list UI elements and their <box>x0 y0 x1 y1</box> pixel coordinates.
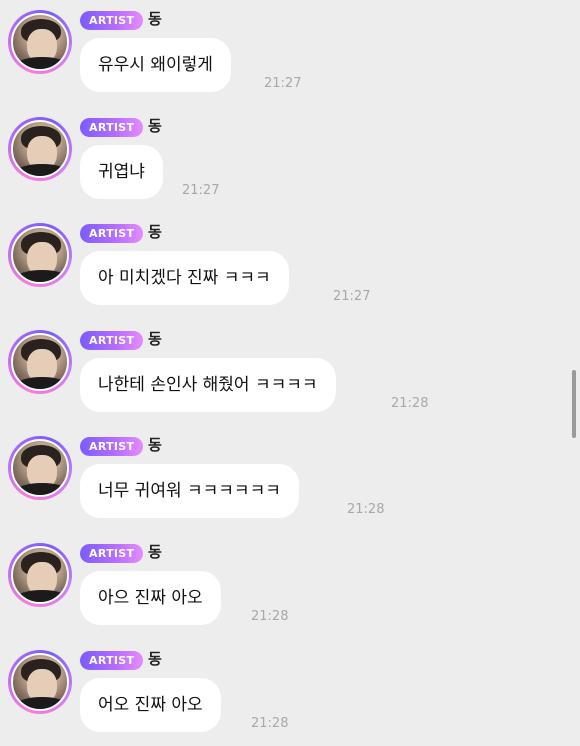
avatar[interactable] <box>8 10 72 74</box>
message-timestamp: 21:27 <box>333 289 371 304</box>
avatar-photo <box>11 546 69 604</box>
chat-message: ARTIST 동 나한테 손인사 해줬어 ㅋㅋㅋㅋ 21:28 <box>0 320 580 426</box>
avatar-photo <box>11 226 69 284</box>
chat-message: ARTIST 동 귀엽냐 21:27 <box>0 107 580 213</box>
message-timestamp: 21:28 <box>251 716 289 731</box>
avatar[interactable] <box>8 223 72 287</box>
avatar-photo <box>11 333 69 391</box>
artist-badge: ARTIST <box>80 11 144 30</box>
chat-message: ARTIST 동 어오 진짜 아오 21:28 <box>0 640 580 746</box>
sender-name: 동 <box>148 543 162 561</box>
chat-message: ARTIST 동 아으 진짜 아오 21:28 <box>0 533 580 639</box>
artist-badge: ARTIST <box>80 224 144 243</box>
message-timestamp: 21:28 <box>347 502 385 517</box>
sender-name: 동 <box>148 10 162 28</box>
message-timestamp: 21:27 <box>264 76 302 91</box>
chat-message: ARTIST 동 유우시 왜이렇게 21:27 <box>0 0 580 106</box>
avatar-photo <box>11 653 69 711</box>
scrollbar-thumb[interactable] <box>572 370 576 438</box>
message-bubble[interactable]: 어오 진짜 아오 <box>80 678 221 732</box>
sender-name: 동 <box>148 436 162 454</box>
message-bubble[interactable]: 나한테 손인사 해줬어 ㅋㅋㅋㅋ <box>80 358 336 412</box>
message-bubble[interactable]: 아 미치겠다 진짜 ㅋㅋㅋ <box>80 251 289 305</box>
artist-badge: ARTIST <box>80 544 144 563</box>
avatar[interactable] <box>8 650 72 714</box>
avatar[interactable] <box>8 330 72 394</box>
message-timestamp: 21:28 <box>391 396 429 411</box>
avatar[interactable] <box>8 543 72 607</box>
sender-name: 동 <box>148 117 162 135</box>
message-bubble[interactable]: 유우시 왜이렇게 <box>80 38 231 92</box>
artist-badge: ARTIST <box>80 437 144 456</box>
message-bubble[interactable]: 너무 귀여워 ㅋㅋㅋㅋㅋㅋ <box>80 464 299 518</box>
avatar-photo <box>11 120 69 178</box>
sender-name: 동 <box>148 223 162 241</box>
avatar-photo <box>11 13 69 71</box>
message-bubble[interactable]: 귀엽냐 <box>80 145 163 199</box>
artist-badge: ARTIST <box>80 331 144 350</box>
message-bubble[interactable]: 아으 진짜 아오 <box>80 571 221 625</box>
avatar[interactable] <box>8 436 72 500</box>
artist-badge: ARTIST <box>80 651 144 670</box>
message-timestamp: 21:27 <box>182 183 220 198</box>
message-timestamp: 21:28 <box>251 609 289 624</box>
sender-name: 동 <box>148 650 162 668</box>
avatar[interactable] <box>8 117 72 181</box>
avatar-photo <box>11 439 69 497</box>
chat-message: ARTIST 동 너무 귀여워 ㅋㅋㅋㅋㅋㅋ 21:28 <box>0 426 580 532</box>
chat-message: ARTIST 동 아 미치겠다 진짜 ㅋㅋㅋ 21:27 <box>0 213 580 319</box>
chat-message-list[interactable]: ARTIST 동 유우시 왜이렇게 21:27 ARTIST 동 귀엽냐 21:… <box>0 0 580 732</box>
artist-badge: ARTIST <box>80 118 144 137</box>
sender-name: 동 <box>148 330 162 348</box>
